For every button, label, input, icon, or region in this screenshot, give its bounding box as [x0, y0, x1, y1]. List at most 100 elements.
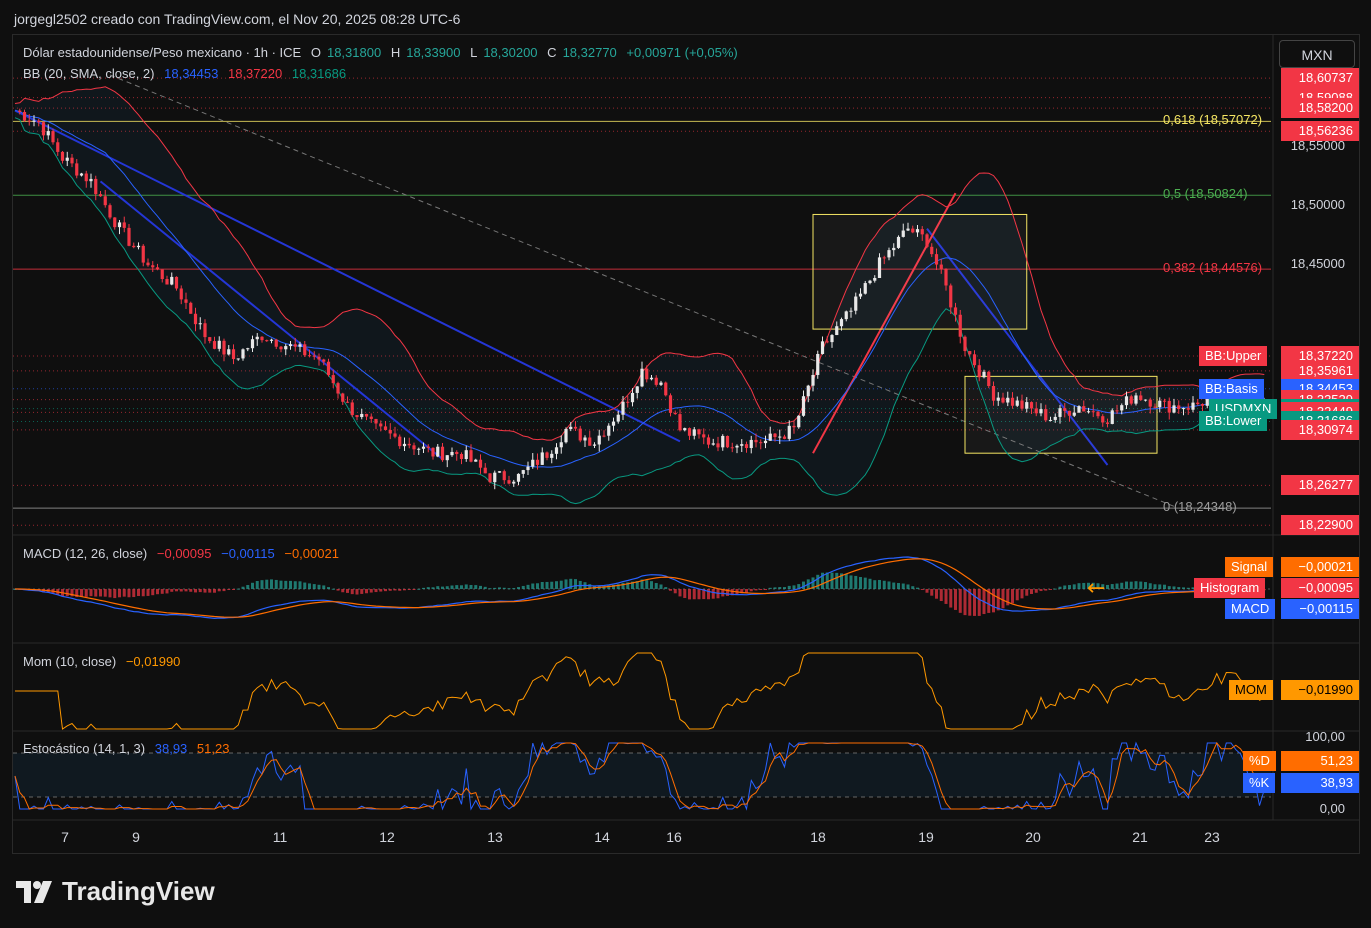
candle-body [621, 401, 625, 415]
candle-body [649, 377, 654, 380]
macd-hist-bar [659, 584, 663, 589]
candle-body [331, 375, 335, 384]
candle-body [279, 346, 283, 350]
candle-body [1082, 406, 1086, 412]
chart-area[interactable]: ← Dólar estadounidense/Peso mexicano · 1… [12, 34, 1360, 854]
candle-body [611, 421, 616, 426]
price-tag[interactable]: 18,60737 [1281, 68, 1359, 89]
price-tag[interactable]: 18,56236 [1281, 121, 1359, 142]
price-tag[interactable]: 18,22900 [1281, 515, 1359, 536]
macd-hist-bar [844, 574, 848, 589]
macd-hist-bar [621, 582, 625, 589]
macd-hist-bar [1049, 589, 1052, 590]
price-tag-label: BB:Lower [1199, 411, 1268, 432]
macd-hist-bar [830, 572, 834, 589]
macd-hist-bar [1125, 581, 1128, 589]
candle-body [730, 447, 734, 449]
candle-body [792, 425, 796, 428]
macd-hist-bar [298, 581, 302, 589]
macd-hist-bar [859, 577, 862, 589]
high-value: 18,33900 [406, 45, 461, 60]
macd-hist-bar [350, 589, 354, 595]
candle-body [388, 429, 392, 434]
macd-hist-bar [783, 587, 786, 589]
stoch-axis-top: 100,00 [1305, 729, 1345, 744]
candle-body [1025, 402, 1029, 409]
mom-legend[interactable]: Mom (10, close) −0,01990 [23, 654, 186, 669]
candle-body [825, 341, 829, 343]
candle-body [654, 377, 658, 385]
macd-hist-bar [455, 585, 459, 589]
candle-body [816, 353, 820, 375]
macd-hist-bar [521, 585, 525, 589]
tradingview-logo[interactable]: TradingView [16, 876, 215, 907]
macd-hist-bar [1030, 589, 1033, 594]
candle-body [165, 279, 169, 285]
candle-body [635, 386, 639, 393]
candle-body [1101, 416, 1105, 423]
macd-hist-bar [436, 586, 440, 589]
macd-hist-bar [412, 589, 416, 590]
candle-body [1096, 411, 1100, 417]
candle-body [374, 418, 378, 424]
macd-hist-bar [441, 586, 444, 589]
macd-hist-bar [99, 589, 102, 597]
macd-tag: −0,00021 [1281, 557, 1359, 577]
macd-hist-bar [251, 582, 254, 589]
candle-body [692, 429, 696, 436]
macd-hist-bar [502, 587, 506, 589]
candle-body [911, 228, 915, 233]
candle-body [811, 374, 815, 386]
candle-body [65, 157, 69, 161]
macd-hist-bar [156, 589, 159, 595]
bb-legend[interactable]: BB (20, SMA, close, 2) 18,34453 18,37220… [23, 66, 352, 81]
price-tag[interactable]: 18,58200 [1281, 98, 1359, 119]
time-axis-label: 9 [132, 829, 140, 845]
candle-body [322, 359, 326, 362]
candle-body [1020, 400, 1024, 409]
macd-line [14, 556, 1265, 620]
macd-hist-bar [374, 589, 378, 593]
candle-body [820, 341, 825, 354]
symbol-legend: Dólar estadounidense/Peso mexicano · 1h … [23, 45, 744, 60]
candle-body [1177, 405, 1181, 410]
price-tag[interactable]: 18,30974 [1281, 419, 1359, 440]
candle-body [1162, 400, 1167, 402]
stoch-legend[interactable]: Estocástico (14, 1, 3) 38,93 51,23 [23, 741, 235, 756]
macd-hist-bar [1077, 583, 1081, 589]
candle-body [1067, 410, 1072, 416]
macd-hist-bar [1106, 584, 1109, 589]
price-tag[interactable]: 18,26277 [1281, 475, 1359, 496]
macd-hist-bar [531, 583, 535, 589]
bb-upper-value: 18,37220 [227, 66, 283, 81]
candle-body [830, 335, 834, 343]
candle-body [526, 466, 530, 471]
candle-body [550, 453, 554, 458]
macd-hist-bar [175, 589, 178, 592]
chart-svg[interactable]: ← [13, 35, 1359, 853]
candle-body [426, 446, 430, 448]
candle-body [1001, 397, 1005, 403]
candle-body [103, 196, 107, 206]
candle-body [1148, 399, 1152, 407]
candle-body [1158, 400, 1162, 408]
macd-hist-bar [189, 589, 193, 592]
macd-hist-bar [939, 589, 943, 602]
candle-body [141, 245, 145, 263]
candle-body [326, 361, 331, 376]
macd-hist-bar [1039, 589, 1043, 592]
macd-label: MACD (12, 26, close) [23, 546, 148, 561]
macd-legend[interactable]: MACD (12, 26, close) −0,00095 −0,00115 −… [23, 546, 345, 561]
macd-hist-bar [369, 589, 373, 593]
tradingview-logo-icon [16, 880, 52, 903]
candle-body [564, 429, 568, 443]
macd-hist-bar [80, 589, 83, 597]
time-axis-label: 23 [1204, 829, 1220, 845]
candle-body [721, 435, 725, 448]
candle-body [179, 288, 183, 300]
macd-hist-bar [236, 588, 240, 590]
candle-body [554, 447, 559, 454]
candle-body [588, 437, 592, 446]
currency-button[interactable]: MXN [1279, 40, 1355, 68]
macd-hist-bar [574, 579, 577, 589]
